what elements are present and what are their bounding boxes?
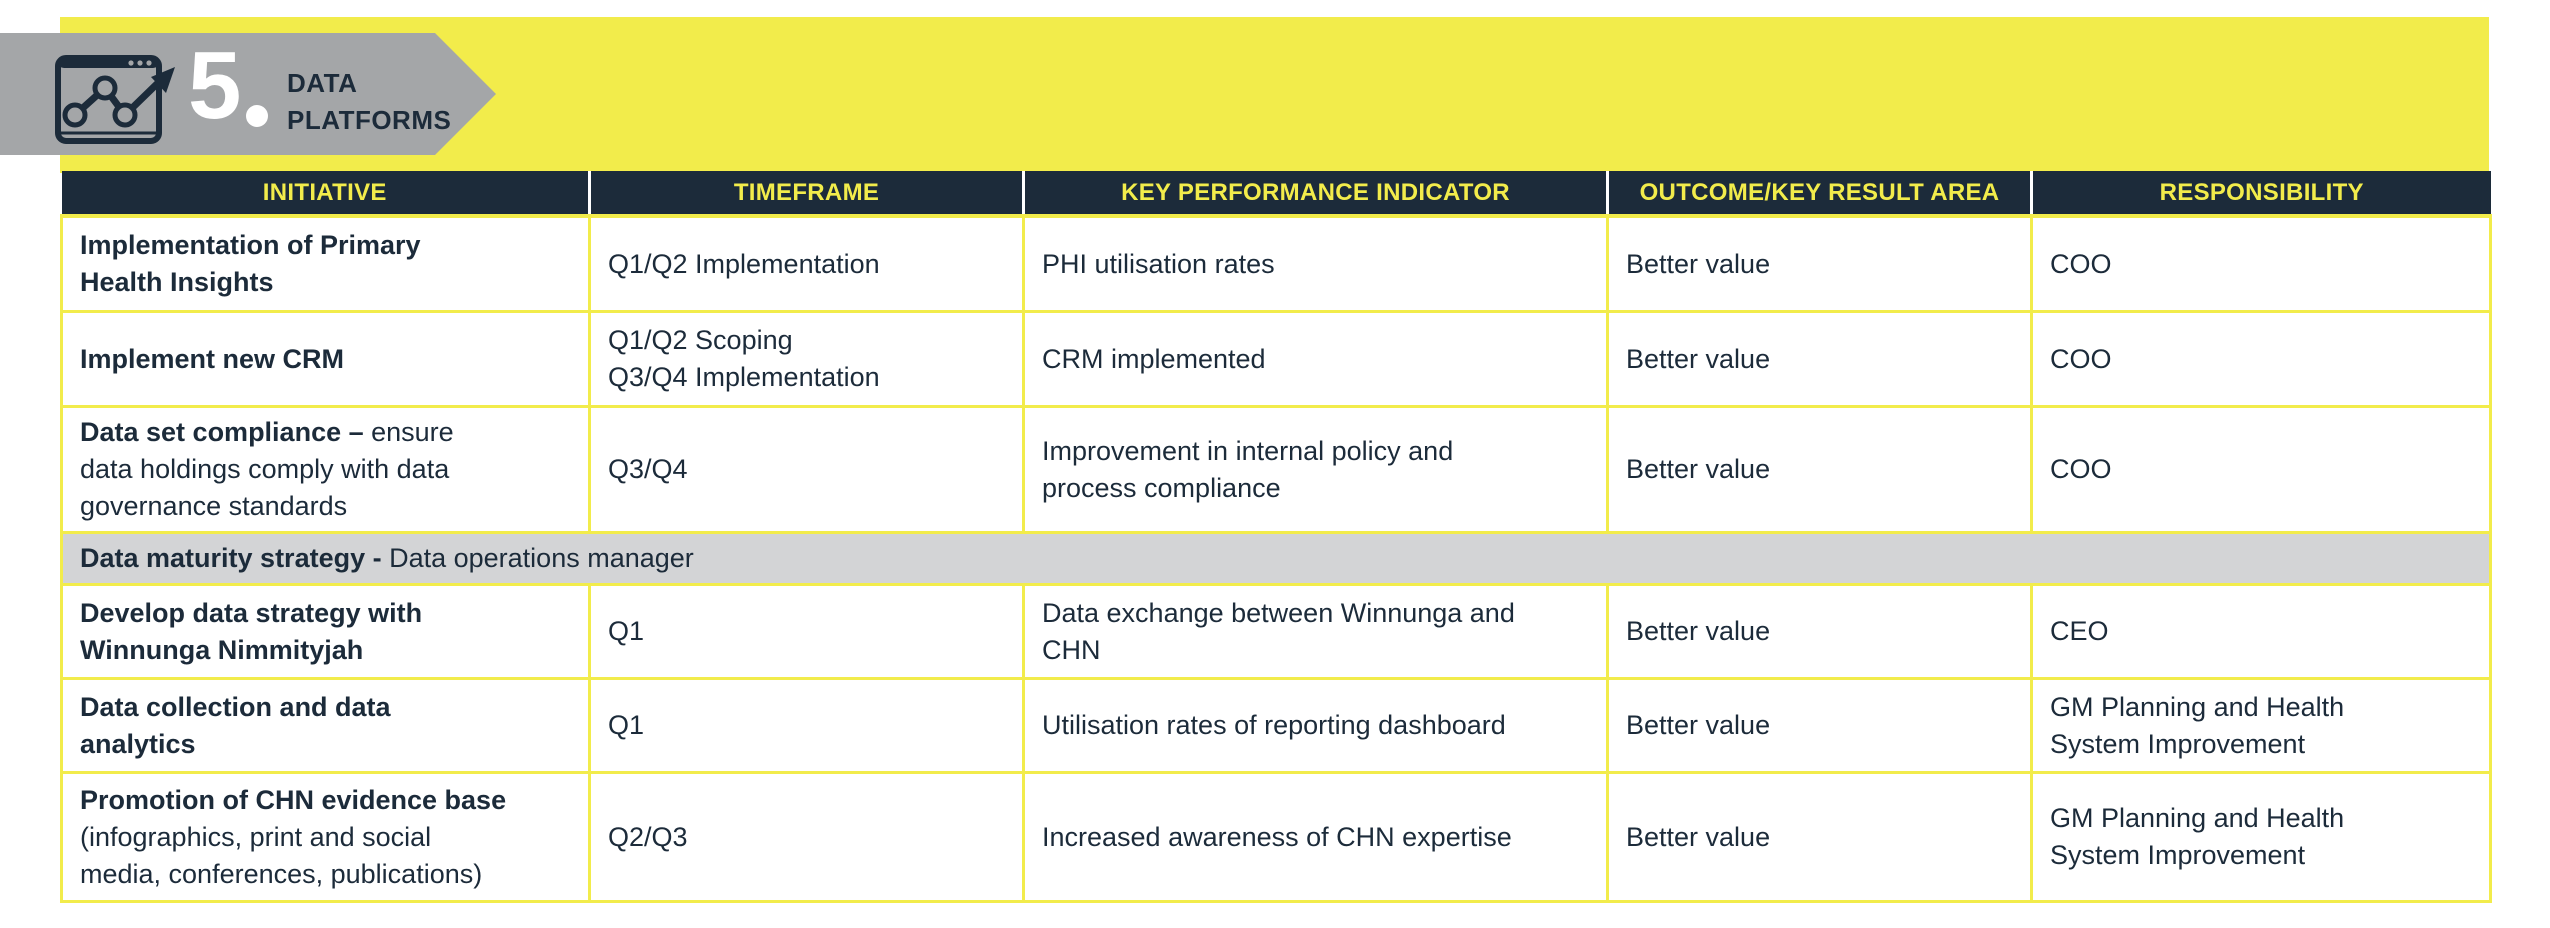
section-title-line-2: PLATFORMS <box>287 105 452 135</box>
initiative-title: Promotion of CHN evidence base <box>80 784 507 815</box>
header-initiative: INITIATIVE <box>61 171 590 218</box>
subsection-title: Data maturity strategy - <box>80 543 382 573</box>
kpi-text: Utilisation rates of reporting dashboard <box>1042 710 1506 740</box>
responsibility-text: COO <box>2050 454 2112 484</box>
timeframe-text: Q3/Q4 Implementation <box>608 362 880 392</box>
table-row: Promotion of CHN evidence base (infograp… <box>60 771 2492 903</box>
responsibility-text: COO <box>2050 248 2112 279</box>
section-number: 5 <box>188 32 241 139</box>
kpi-text: CRM implemented <box>1042 343 1266 374</box>
initiative-text: Implementation of Primary <box>80 230 421 260</box>
table-header-row: INITIATIVE TIMEFRAME KEY PERFORMANCE IND… <box>61 171 2491 218</box>
timeframe-cell: Q1/Q2 Implementation <box>588 214 1025 313</box>
header-kpi: KEY PERFORMANCE INDICATOR <box>1022 171 1608 218</box>
initiative-description: media, conferences, publications) <box>80 858 483 889</box>
timeframe-text: Q2/Q3 <box>608 821 688 852</box>
kpi-cell: CRM implemented <box>1022 310 1609 408</box>
responsibility-cell: GM Planning and Health System Improvemen… <box>2030 677 2492 774</box>
initiative-description: governance standards <box>80 491 348 521</box>
kpi-text: Improvement in internal policy and <box>1042 435 1454 466</box>
kpi-cell: PHI utilisation rates <box>1022 214 1609 313</box>
responsibility-cell: CEO <box>2030 583 2492 680</box>
subsection-owner: Data operations manager <box>381 543 694 573</box>
table-row: Implement new CRM Q1/Q2 Scoping Q3/Q4 Im… <box>60 310 2492 408</box>
header-responsibility: RESPONSIBILITY <box>2030 171 2491 218</box>
table-row: Implementation of Primary Health Insight… <box>60 214 2492 313</box>
header-outcome: OUTCOME/KEY RESULT AREA <box>1606 171 2032 218</box>
responsibility-text: CEO <box>2050 616 2109 646</box>
table-row: Data set compliance – ensure data holdin… <box>60 405 2492 534</box>
outcome-cell: Better value <box>1606 310 2033 408</box>
kpi-cell: Utilisation rates of reporting dashboard <box>1022 677 1609 774</box>
initiative-cell: Promotion of CHN evidence base (infograp… <box>60 771 591 903</box>
section-number-dot <box>246 105 268 127</box>
kpi-text: PHI utilisation rates <box>1042 248 1275 279</box>
initiative-cell: Implement new CRM <box>60 310 591 408</box>
kpi-cell: Data exchange between Winnunga and CHN <box>1022 583 1609 680</box>
initiative-cell: Develop data strategy with Winnunga Nimm… <box>60 583 591 680</box>
table-row: Develop data strategy with Winnunga Nimm… <box>60 583 2492 680</box>
kpi-text: process compliance <box>1042 472 1281 503</box>
responsibility-cell: GM Planning and Health System Improvemen… <box>2030 771 2492 903</box>
responsibility-cell: COO <box>2030 214 2492 313</box>
responsibility-text: COO <box>2050 343 2112 374</box>
responsibility-text: System Improvement <box>2050 840 2306 870</box>
header-timeframe: TIMEFRAME <box>588 171 1024 218</box>
timeframe-text: Q1 <box>608 616 645 646</box>
chart-window-trend-icon <box>55 55 175 144</box>
section-title-line-1: DATA <box>287 68 358 98</box>
section-banner: 5 DATA PLATFORMS <box>0 33 496 155</box>
timeframe-cell: Q3/Q4 <box>588 405 1025 534</box>
subsection-row: Data maturity strategy - Data operations… <box>60 531 2492 586</box>
section-title: DATA PLATFORMS <box>287 65 451 139</box>
responsibility-cell: COO <box>2030 310 2492 408</box>
initiative-description: data holdings comply with data <box>80 454 450 484</box>
initiatives-table: INITIATIVE TIMEFRAME KEY PERFORMANCE IND… <box>60 171 2492 903</box>
timeframe-text: Q1/Q2 Scoping <box>608 325 793 355</box>
kpi-text: Data exchange between Winnunga and <box>1042 597 1515 628</box>
responsibility-cell: COO <box>2030 405 2492 534</box>
initiative-description: (infographics, print and social <box>80 821 432 852</box>
subsection-cell: Data maturity strategy - Data operations… <box>60 531 2492 586</box>
initiative-text: Health Insights <box>80 267 274 297</box>
timeframe-cell: Q1/Q2 Scoping Q3/Q4 Implementation <box>588 310 1025 408</box>
kpi-text: CHN <box>1042 634 1101 665</box>
initiative-description: ensure <box>363 417 454 447</box>
initiative-cell: Data collection and data analytics <box>60 677 591 774</box>
outcome-cell: Better value <box>1606 677 2033 774</box>
initiative-text: Data collection and data <box>80 691 391 722</box>
timeframe-cell: Q1 <box>588 583 1025 680</box>
responsibility-text: GM Planning and Health <box>2050 803 2345 833</box>
initiative-cell: Implementation of Primary Health Insight… <box>60 214 591 313</box>
initiative-cell: Data set compliance – ensure data holdin… <box>60 405 591 534</box>
outcome-cell: Better value <box>1606 214 2033 313</box>
timeframe-text: Q1/Q2 Implementation <box>608 248 880 279</box>
initiative-text: Winnunga Nimmityjah <box>80 634 364 665</box>
kpi-text: Increased awareness of CHN expertise <box>1042 821 1512 852</box>
kpi-cell: Increased awareness of CHN expertise <box>1022 771 1609 903</box>
outcome-cell: Better value <box>1606 405 2033 534</box>
initiative-text: Develop data strategy with <box>80 597 423 628</box>
timeframe-text: Q3/Q4 <box>608 454 688 484</box>
timeframe-cell: Q2/Q3 <box>588 771 1025 903</box>
initiative-title: Data set compliance – <box>80 417 364 447</box>
outcome-cell: Better value <box>1606 771 2033 903</box>
initiative-text: analytics <box>80 728 196 759</box>
kpi-cell: Improvement in internal policy and proce… <box>1022 405 1609 534</box>
timeframe-text: Q1 <box>608 710 645 740</box>
responsibility-text: GM Planning and Health <box>2050 691 2345 722</box>
table-row: Data collection and data analytics Q1 Ut… <box>60 677 2492 774</box>
outcome-cell: Better value <box>1606 583 2033 680</box>
initiative-text: Implement new CRM <box>80 343 345 374</box>
timeframe-cell: Q1 <box>588 677 1025 774</box>
responsibility-text: System Improvement <box>2050 728 2306 759</box>
